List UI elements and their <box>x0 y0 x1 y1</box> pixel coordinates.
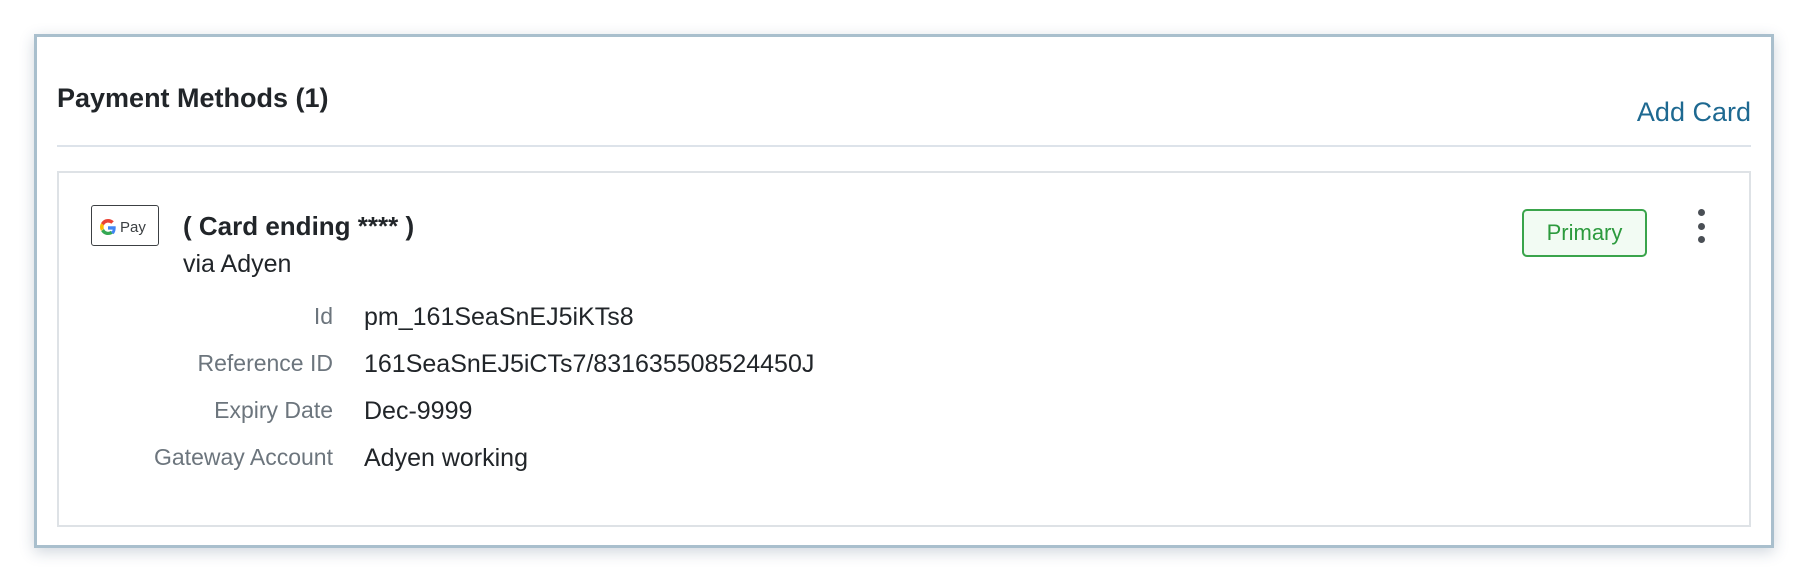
detail-row-reference-id: Reference ID 161SeaSnEJ5iCTs7/8316355085… <box>59 350 959 397</box>
primary-badge: Primary <box>1522 209 1647 257</box>
svg-text:Pay: Pay <box>120 219 146 236</box>
google-pay-icon: Pay <box>91 205 159 246</box>
detail-row-id: Id pm_161SeaSnEJ5iKTs8 <box>59 303 959 350</box>
page-title: Payment Methods (1) <box>57 83 329 113</box>
detail-value: 161SeaSnEJ5iCTs7/831635508524450J <box>364 350 815 378</box>
detail-label: Expiry Date <box>214 397 333 423</box>
payment-methods-panel: Payment Methods (1) Add Card Pay ( Card … <box>34 34 1774 548</box>
payment-method-card: Pay ( Card ending **** ) via Adyen Prima… <box>57 171 1751 527</box>
detail-label: Id <box>313 303 333 329</box>
add-card-link[interactable]: Add Card <box>1637 97 1751 128</box>
more-vertical-icon[interactable] <box>1691 209 1711 243</box>
google-pay-logo: Pay <box>100 218 146 236</box>
detail-value: Adyen working <box>364 444 528 472</box>
card-details: Id pm_161SeaSnEJ5iKTs8 Reference ID 161S… <box>59 303 959 491</box>
detail-value: Dec-9999 <box>364 397 473 425</box>
detail-label: Gateway Account <box>154 444 333 470</box>
card-title: ( Card ending **** ) <box>183 211 415 241</box>
panel-header: Payment Methods (1) Add Card <box>57 37 1751 147</box>
card-gateway-subtitle: via Adyen <box>183 250 292 278</box>
detail-label: Reference ID <box>197 350 333 376</box>
detail-row-gateway-account: Gateway Account Adyen working <box>59 444 959 491</box>
detail-value: pm_161SeaSnEJ5iKTs8 <box>364 303 634 331</box>
detail-row-expiry-date: Expiry Date Dec-9999 <box>59 397 959 444</box>
